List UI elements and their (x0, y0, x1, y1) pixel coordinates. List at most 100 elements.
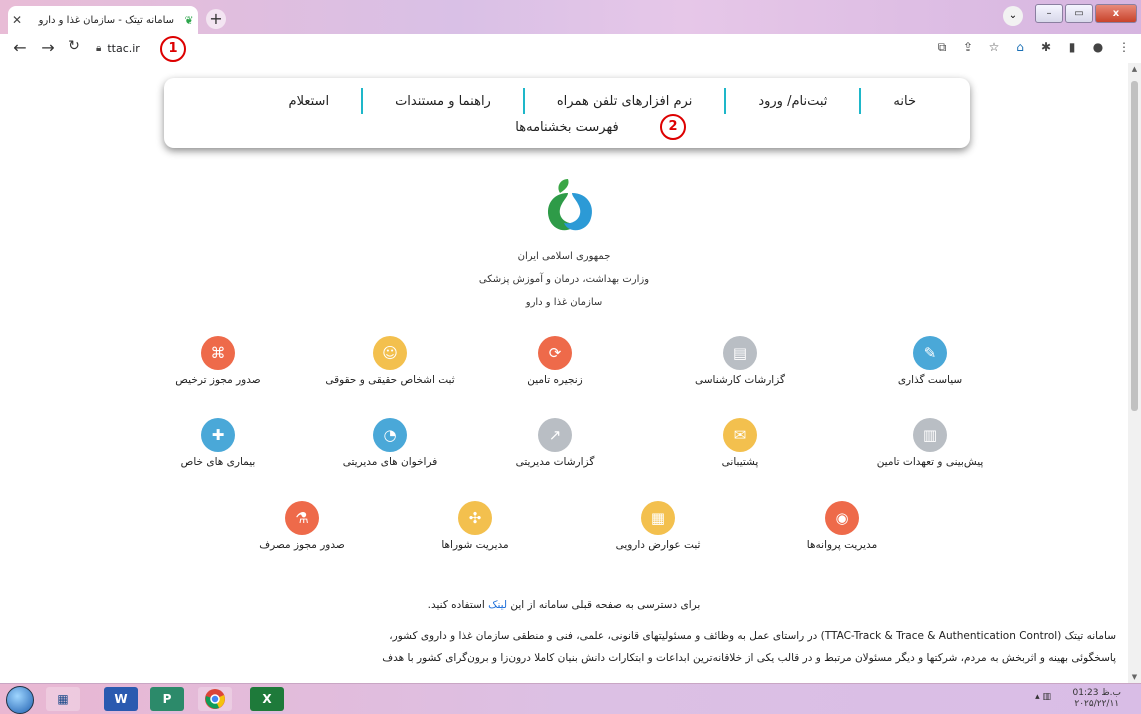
tab-title: سامانه تیتک - سازمان غذا و دارو (38, 14, 174, 26)
service-supply-chain[interactable]: ⟳ زنجیره تامین (465, 336, 645, 386)
description-line-1: سامانه تیتک (TTAC-Track & Trace & Authen… (389, 630, 1116, 642)
service-label: مدیریت شوراها (441, 539, 509, 551)
service-label: بیماری های خاص (180, 456, 256, 468)
menu-separator (522, 88, 525, 114)
bookmark-star-icon[interactable]: ☆ (987, 40, 1001, 55)
clock[interactable]: 01:23 ب.ظ ۲۰۲۵/۲۲/۱۱ (1073, 688, 1121, 710)
toolbar-icons: ⧉ ⇪ ☆ ⌂ ✱ ▮ ● ⋮ (935, 40, 1131, 55)
service-policy[interactable]: ✎ سیاست گذاری (840, 336, 1020, 386)
access-text-before: برای دسترسی به صفحه قبلی سامانه از این (507, 599, 701, 611)
service-label: ثبت عوارض دارویی (615, 539, 701, 551)
new-tab-button[interactable]: + (206, 9, 226, 29)
tray-icons[interactable]: ▴ ▥ (1035, 692, 1051, 702)
profile-icon[interactable]: ● (1091, 40, 1105, 55)
forward-icon[interactable]: → (38, 38, 58, 57)
service-label: فراخوان های مدیریتی (342, 456, 438, 468)
service-clearance-permit[interactable]: ⌘ صدور مجوز ترخیص (128, 336, 308, 386)
description: سامانه تیتک (TTAC-Track & Trace & Authen… (180, 625, 1116, 669)
annotation-marker-2: 2 (660, 114, 686, 140)
service-licenses[interactable]: ◉ مدیریت پروانه‌ها (752, 501, 932, 551)
service-label: پیش‌بینی و تعهدات تامین (876, 456, 984, 468)
service-management-reports[interactable]: ↗ گزارشات مدیریتی (465, 418, 645, 468)
menu-separator (361, 88, 364, 114)
menu-separator (859, 88, 862, 114)
service-councils[interactable]: ✣ مدیریت شوراها (385, 501, 565, 551)
people-icon: ☺ (373, 336, 407, 370)
map-icon: ⌘ (201, 336, 235, 370)
menu-item-circulars[interactable]: فهرست بخشنامه‌ها (515, 120, 618, 135)
legacy-link[interactable]: لینک (488, 599, 507, 611)
license-icon: ◉ (825, 501, 859, 535)
url-text: ttac.ir (107, 41, 140, 55)
service-label: صدور مجوز ترخیص (175, 374, 261, 386)
service-label: گزارشات کارشناسی (695, 374, 785, 386)
service-forecast[interactable]: ▥ پیش‌بینی و تعهدات تامین (840, 418, 1020, 468)
scrollbar-thumb[interactable] (1131, 81, 1138, 411)
menu-separator (724, 88, 727, 114)
ttac-favicon: ❦ (184, 13, 194, 27)
header-line-2: وزارت بهداشت، درمان و آموزش پزشکی (478, 274, 650, 285)
lock-icon: 🔒︎ (96, 42, 102, 54)
supply-chain-icon: ⟳ (538, 336, 572, 370)
service-label: مدیریت پروانه‌ها (806, 539, 878, 551)
council-icon: ✣ (458, 501, 492, 535)
service-register-persons[interactable]: ☺ ثبت اشخاص حقیقی و حقوقی (300, 336, 480, 386)
winrar-icon[interactable]: ▦ (46, 687, 80, 711)
share-icon[interactable]: ⇪ (961, 40, 975, 55)
service-label: پشتیبانی (721, 456, 759, 468)
service-side-effects[interactable]: ▦ ثبت عوارض دارویی (568, 501, 748, 551)
excel-icon[interactable]: X (250, 687, 284, 711)
service-special-diseases[interactable]: ✚ بیماری های خاص (128, 418, 308, 468)
menu-item-register-login[interactable]: ثبت‌نام/ ورود (740, 94, 845, 109)
back-icon[interactable]: ← (10, 38, 30, 57)
extensions-puzzle-icon[interactable]: ✱ (1039, 40, 1053, 55)
close-tab-icon[interactable]: ✕ (8, 13, 26, 27)
tab-search-icon[interactable]: ⌄ (1003, 6, 1023, 26)
service-consumption-permit[interactable]: ⚗ صدور مجوز مصرف (212, 501, 392, 551)
clock-time: 01:23 ب.ظ (1072, 688, 1121, 698)
reload-icon[interactable]: ↻ (64, 38, 84, 54)
header-line-3: سازمان غذا و دارو (525, 297, 603, 308)
extension-badge-icon[interactable]: ⌂ (1013, 40, 1027, 55)
scroll-up-icon[interactable]: ▲ (1128, 65, 1141, 73)
windows-taskbar: ▦ W P X ▴ ▥ 01:23 ب.ظ ۲۰۲۵/۲۲/۱۱ (0, 683, 1141, 714)
description-line-2: پاسخگوئی بهینه و اثربخش به مردم، شرکتها … (382, 652, 1116, 664)
word-icon[interactable]: W (104, 687, 138, 711)
browser-tab-bar: ❦ سامانه تیتک - سازمان غذا و دارو ✕ + ⌄ … (0, 0, 1141, 34)
policy-icon: ✎ (913, 336, 947, 370)
address-bar[interactable]: 🔒︎ ttac.ir (96, 38, 916, 58)
maximize-button[interactable]: ▭ (1065, 4, 1093, 23)
service-support[interactable]: ✉ پشتیبانی (650, 418, 830, 468)
project-icon[interactable]: P (150, 687, 184, 711)
chrome-icon[interactable] (198, 687, 232, 711)
annotation-marker-1: 1 (160, 36, 186, 62)
legacy-access-text: برای دسترسی به صفحه قبلی سامانه از این ل… (0, 599, 1128, 611)
menu-item-inquiry[interactable]: استعلام (271, 94, 348, 109)
side-panel-icon[interactable]: ▮ (1065, 40, 1079, 55)
consumption-icon: ⚗ (285, 501, 319, 535)
close-window-button[interactable]: x (1095, 4, 1137, 23)
service-expert-reports[interactable]: ▤ گزارشات کارشناسی (650, 336, 830, 386)
chrome-logo (205, 689, 225, 709)
menu-item-guides[interactable]: راهنما و مستندات (377, 94, 509, 109)
service-label: صدور مجوز مصرف (259, 539, 345, 551)
browser-tab[interactable]: ❦ سامانه تیتک - سازمان غذا و دارو ✕ (8, 6, 198, 34)
menu-item-mobile-apps[interactable]: نرم افزارهای تلفن همراه (539, 94, 710, 109)
more-menu-icon[interactable]: ⋮ (1117, 40, 1131, 55)
medicine-icon: ✚ (201, 418, 235, 452)
chart-icon: ↗ (538, 418, 572, 452)
translate-icon[interactable]: ⧉ (935, 40, 949, 55)
window-controls: ⌄ – ▭ x (1003, 4, 1137, 26)
forecast-icon: ▥ (913, 418, 947, 452)
service-recalls[interactable]: ◔ فراخوان های مدیریتی (300, 418, 480, 468)
menu-row: خانه ثبت‌نام/ ورود نرم افزارهای تلفن همر… (271, 88, 934, 114)
page-scrollbar[interactable]: ▲ ▼ (1128, 63, 1141, 683)
service-label: سیاست گذاری (897, 374, 963, 386)
side-effect-icon: ▦ (641, 501, 675, 535)
header-line-1: جمهوری اسلامی ایران (517, 251, 611, 262)
access-text-after: استفاده کنید. (427, 599, 489, 611)
start-button[interactable] (6, 686, 34, 714)
minimize-button[interactable]: – (1035, 4, 1063, 23)
menu-item-home[interactable]: خانه (875, 94, 934, 109)
scroll-down-icon[interactable]: ▼ (1128, 673, 1141, 681)
